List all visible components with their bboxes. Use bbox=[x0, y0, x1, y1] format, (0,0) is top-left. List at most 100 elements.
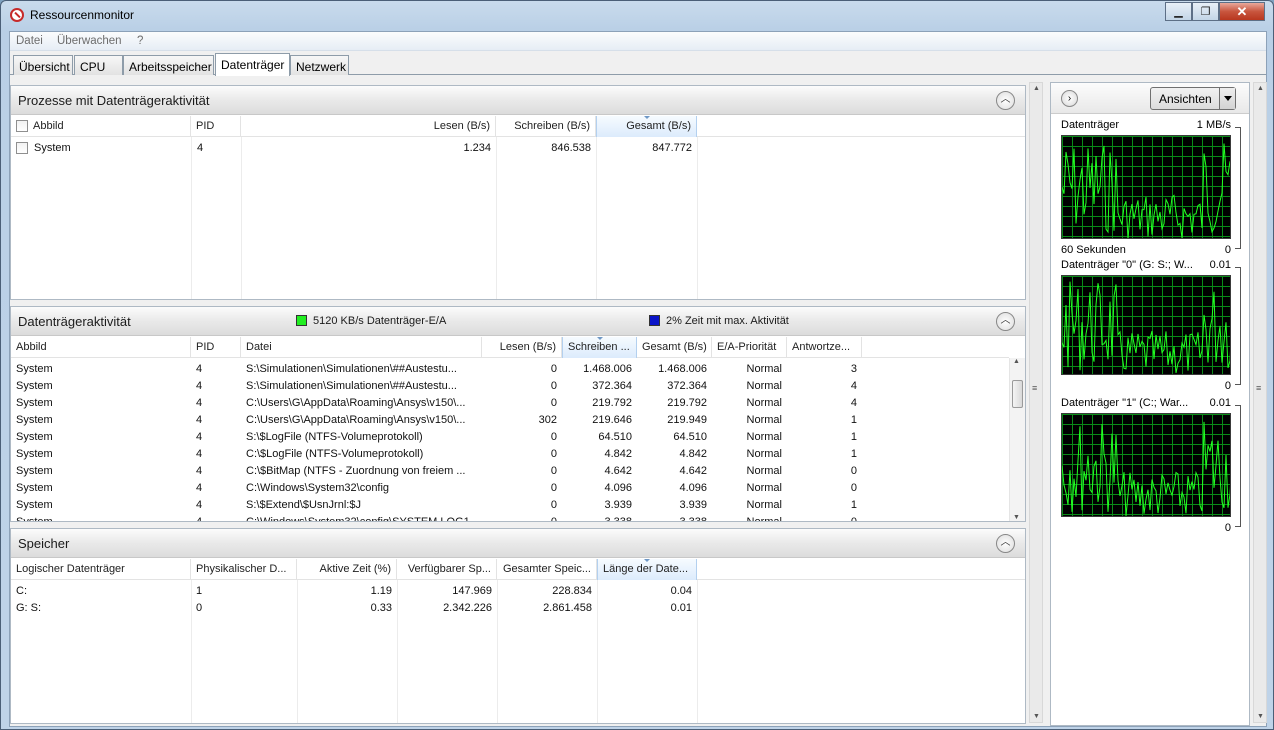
cell-gesamt: 4.842 bbox=[679, 448, 707, 460]
chevron-up-icon[interactable]: ︿ bbox=[996, 534, 1015, 553]
scroll-down-icon[interactable]: ▼ bbox=[1257, 713, 1264, 720]
scroll-up-icon[interactable]: ▲ bbox=[1257, 85, 1264, 92]
cell-prioritaet: Normal bbox=[746, 448, 782, 460]
dropdown-arrow-icon[interactable] bbox=[1219, 88, 1235, 109]
cell-lesen: 0 bbox=[550, 363, 557, 375]
scroll-up-icon[interactable]: ▲ bbox=[1033, 85, 1040, 92]
table-row[interactable]: System 4 C:\Users\G\AppData\Roaming\Ansys\… bbox=[11, 395, 1009, 412]
activity-scrollbar[interactable]: ▲ ▼ bbox=[1009, 358, 1025, 521]
cell-pid: 4 bbox=[196, 414, 203, 426]
col-lesen[interactable]: Lesen (B/s) bbox=[482, 337, 562, 358]
activity-column-header: Abbild PID Datei Lesen (B/s) Schreiben .… bbox=[11, 337, 1009, 358]
table-row[interactable]: System 4 C:\$LogFile (NTFS-Volumeprotokoll… bbox=[11, 446, 1009, 463]
cell-gesamt-speicher: 228.834 bbox=[552, 585, 592, 597]
table-row[interactable]: C: 1 1.19 147.969 228.834 0.04 bbox=[11, 583, 1025, 600]
tab-netzwerk[interactable]: Netzwerk bbox=[290, 55, 349, 75]
cell-abbild: System bbox=[16, 448, 53, 460]
cell-schreiben: 219.792 bbox=[592, 397, 632, 409]
table-row[interactable]: System 4 S:\Simulationen\Simulationen\##Au… bbox=[11, 361, 1009, 378]
splitter-grip-icon[interactable]: ≡ bbox=[1032, 383, 1037, 393]
cell-abbild: System bbox=[16, 380, 53, 392]
cell-abbild: System bbox=[16, 414, 53, 426]
scroll-down-icon[interactable]: ▼ bbox=[1013, 514, 1020, 521]
maximize-button[interactable]: ❐ bbox=[1192, 2, 1219, 21]
cell-abbild: System bbox=[16, 397, 53, 409]
cell-antwortzeit: 0 bbox=[850, 482, 857, 494]
cell-antwortzeit: 0 bbox=[850, 516, 857, 522]
scroll-down-icon[interactable]: ▼ bbox=[1033, 713, 1040, 720]
graph-canvas bbox=[1061, 413, 1231, 517]
table-row[interactable]: System 4 C:\Windows\System32\config 0 4.096 4… bbox=[11, 480, 1009, 497]
graphs-scrollbar[interactable]: ▲ ≡ ▼ bbox=[1253, 82, 1267, 723]
col-schreiben[interactable]: Schreiben (B/s) bbox=[496, 116, 596, 137]
col-pid[interactable]: PID bbox=[191, 337, 241, 358]
col-physical[interactable]: Physikalischer D... bbox=[191, 559, 297, 580]
cell-gesamt: 4.096 bbox=[679, 482, 707, 494]
cell-pid: 4 bbox=[196, 431, 203, 443]
close-button[interactable]: ✕ bbox=[1219, 2, 1265, 21]
col-warteschlange[interactable]: Länge der Date... bbox=[597, 559, 697, 580]
menu-help[interactable]: ? bbox=[137, 35, 143, 47]
table-row[interactable]: System 4 S:\$LogFile (NTFS-Volumeprotokoll… bbox=[11, 429, 1009, 446]
tab-arbeitsspeicher[interactable]: Arbeitsspeicher bbox=[123, 55, 214, 75]
cell-prioritaet: Normal bbox=[746, 499, 782, 511]
col-prioritaet[interactable]: E/A-Priorität bbox=[712, 337, 787, 358]
chevron-up-icon[interactable]: ︿ bbox=[996, 91, 1015, 110]
col-aktive-zeit[interactable]: Aktive Zeit (%) bbox=[297, 559, 397, 580]
processes-title: Prozesse mit Datenträgeraktivität bbox=[18, 93, 210, 108]
processes-header[interactable]: Prozesse mit Datenträgeraktivität ︿ bbox=[11, 86, 1025, 115]
graph-scale-bracket bbox=[1235, 405, 1241, 527]
tab-cpu[interactable]: CPU bbox=[74, 55, 123, 75]
col-verfuegbar[interactable]: Verfügbarer Sp... bbox=[397, 559, 497, 580]
graph-scale-bracket bbox=[1235, 127, 1241, 249]
col-pid[interactable]: PID bbox=[191, 116, 241, 137]
table-row[interactable]: System 4 S:\$Extend\$UsnJrnl:$J 0 3.939 3.939… bbox=[11, 497, 1009, 514]
chevron-up-icon[interactable]: ︿ bbox=[996, 312, 1015, 331]
table-row[interactable]: System 4 C:\Users\G\AppData\Roaming\Ansys\… bbox=[11, 412, 1009, 429]
storage-header[interactable]: Speicher ︿ bbox=[11, 529, 1025, 558]
graph-trace bbox=[1062, 281, 1230, 374]
chevron-right-icon[interactable]: › bbox=[1061, 90, 1078, 107]
menu-datei[interactable]: Datei bbox=[16, 35, 43, 47]
cell-antwortzeit: 1 bbox=[850, 448, 857, 460]
scroll-thumb[interactable] bbox=[1012, 380, 1023, 408]
graph-max: 0.01 bbox=[1209, 397, 1231, 409]
views-dropdown[interactable]: Ansichten bbox=[1150, 87, 1236, 110]
table-row[interactable]: G: S: 0 0.33 2.342.226 2.861.458 0.01 bbox=[11, 600, 1025, 617]
table-row[interactable]: System 4 1.234 846.538 847.772 bbox=[11, 140, 1025, 157]
cell-schreiben: 372.364 bbox=[592, 380, 632, 392]
cell-lesen: 0 bbox=[550, 482, 557, 494]
col-gesamt[interactable]: Gesamt (B/s) bbox=[637, 337, 712, 358]
table-row[interactable]: System 4 C:\Windows\System32\config\SYSTEM… bbox=[11, 514, 1009, 522]
col-gesamt[interactable]: Gesamt (B/s) bbox=[596, 116, 697, 137]
tab-datentraeger[interactable]: Datenträger bbox=[215, 53, 290, 76]
col-abbild[interactable]: Abbild bbox=[11, 337, 191, 358]
cell-prioritaet: Normal bbox=[746, 363, 782, 375]
activity-panel: Datenträgeraktivität 5120 KB/s Datenträg… bbox=[10, 306, 1026, 522]
cell-datei: S:\$LogFile (NTFS-Volumeprotokoll) bbox=[246, 431, 423, 443]
table-row[interactable]: System 4 C:\$BitMap (NTFS - Zuordnung von … bbox=[11, 463, 1009, 480]
col-gesamt-speicher[interactable]: Gesamter Speic... bbox=[497, 559, 597, 580]
col-antwortzeit[interactable]: Antwortze... bbox=[787, 337, 862, 358]
left-pane-scrollbar[interactable]: ▲ ≡ ▼ bbox=[1029, 82, 1043, 723]
graph-line bbox=[1062, 421, 1230, 516]
cell-prioritaet: Normal bbox=[746, 397, 782, 409]
storage-panel: Speicher ︿ Logischer Datenträger Physika… bbox=[10, 528, 1026, 724]
col-schreiben[interactable]: Schreiben ... bbox=[562, 337, 637, 358]
scroll-up-icon[interactable]: ▲ bbox=[1013, 358, 1020, 365]
row-checkbox[interactable] bbox=[16, 142, 28, 154]
tab-uebersicht[interactable]: Übersicht bbox=[13, 55, 73, 75]
minimize-button[interactable]: ▁ bbox=[1165, 2, 1192, 21]
tab-strip: Übersicht CPU Arbeitsspeicher Datenträge… bbox=[10, 53, 1266, 76]
cell-schreiben: 4.642 bbox=[604, 465, 632, 477]
menu-ueberwachen[interactable]: Überwachen bbox=[57, 35, 122, 47]
col-abbild[interactable]: Abbild bbox=[11, 116, 191, 137]
cell-datei: C:\Windows\System32\config\SYSTEM.LOG1 bbox=[246, 516, 470, 522]
col-lesen[interactable]: Lesen (B/s) bbox=[241, 116, 496, 137]
splitter-grip-icon[interactable]: ≡ bbox=[1256, 383, 1261, 393]
table-row[interactable]: System 4 S:\Simulationen\Simulationen\##Au… bbox=[11, 378, 1009, 395]
col-logical[interactable]: Logischer Datenträger bbox=[11, 559, 191, 580]
select-all-checkbox[interactable] bbox=[16, 120, 28, 132]
col-datei[interactable]: Datei bbox=[241, 337, 482, 358]
activity-header[interactable]: Datenträgeraktivität 5120 KB/s Datenträg… bbox=[11, 307, 1025, 336]
